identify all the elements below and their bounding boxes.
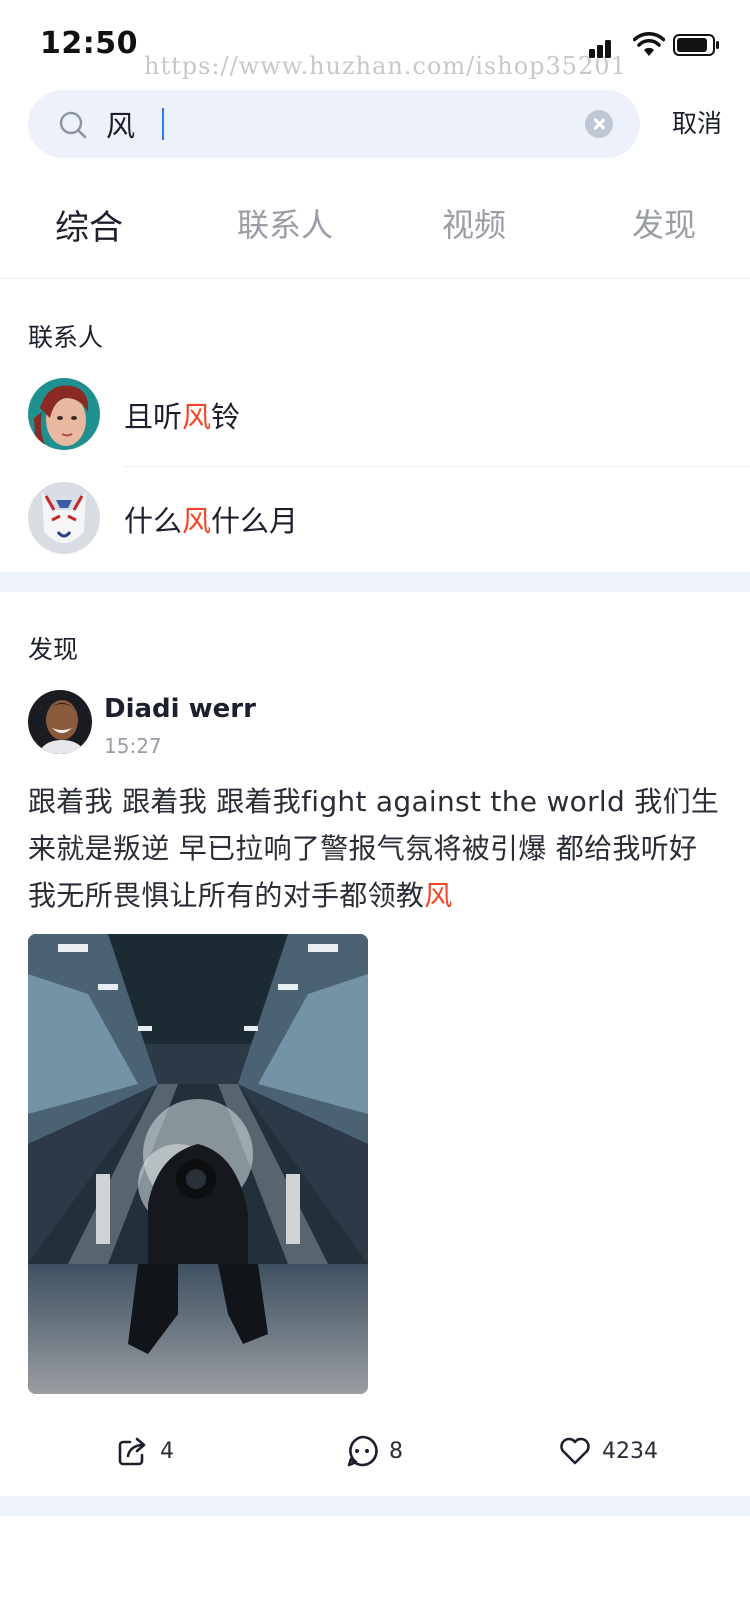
search-icon	[59, 111, 87, 139]
status-time: 12:50	[40, 26, 138, 61]
result-tabs: 综合 联系人 视频 发现	[0, 180, 750, 276]
tab-contacts[interactable]: 联系人	[237, 200, 333, 246]
share-button[interactable]: 4	[116, 1425, 174, 1477]
wifi-icon	[633, 32, 665, 56]
post-image[interactable]	[28, 934, 368, 1394]
avatar	[28, 378, 100, 450]
comment-icon	[347, 1435, 378, 1467]
search-box[interactable]	[28, 90, 640, 158]
cancel-button[interactable]: 取消	[672, 104, 722, 140]
clear-search-icon[interactable]	[585, 110, 613, 138]
tab-discover[interactable]: 发现	[632, 200, 696, 246]
contact-item[interactable]: 且听风铃	[0, 364, 750, 464]
avatar	[28, 482, 100, 554]
signal-icon	[589, 34, 619, 58]
tab-all[interactable]: 综合	[55, 200, 123, 249]
tabs-divider	[0, 278, 750, 279]
list-divider	[124, 466, 750, 467]
comment-button[interactable]: 8	[345, 1425, 403, 1477]
like-count: 4234	[602, 1438, 658, 1464]
tab-videos[interactable]: 视频	[442, 200, 506, 246]
share-icon	[118, 1437, 146, 1466]
post-text[interactable]: 跟着我 跟着我 跟着我fight against the world 我们生来就…	[28, 778, 724, 919]
contacts-section-title: 联系人	[28, 323, 104, 352]
author-avatar[interactable]	[28, 690, 92, 754]
comment-count: 8	[389, 1438, 403, 1464]
section-separator	[0, 1496, 750, 1516]
author-name[interactable]: Diadi werr	[104, 694, 256, 724]
search-input[interactable]	[106, 98, 566, 150]
contact-name: 什么风什么月	[124, 504, 299, 538]
watermark-url: https://www.huzhan.com/ishop35201	[144, 52, 627, 80]
post-time: 15:27	[104, 734, 162, 758]
search-bar: 取消	[0, 90, 750, 160]
section-separator	[0, 572, 750, 592]
contact-item[interactable]: 什么风什么月	[0, 468, 750, 568]
status-bar: 12:50 https://www.huzhan.com/ishop35201	[0, 0, 750, 88]
battery-icon	[673, 34, 719, 56]
like-button[interactable]: 4234	[558, 1425, 658, 1477]
heart-icon	[560, 1437, 590, 1465]
discover-section-title: 发现	[28, 635, 79, 664]
share-count: 4	[160, 1438, 174, 1464]
text-caret	[162, 108, 164, 140]
post-actions: 4 8 4234	[0, 1425, 750, 1477]
contact-name: 且听风铃	[124, 400, 241, 434]
